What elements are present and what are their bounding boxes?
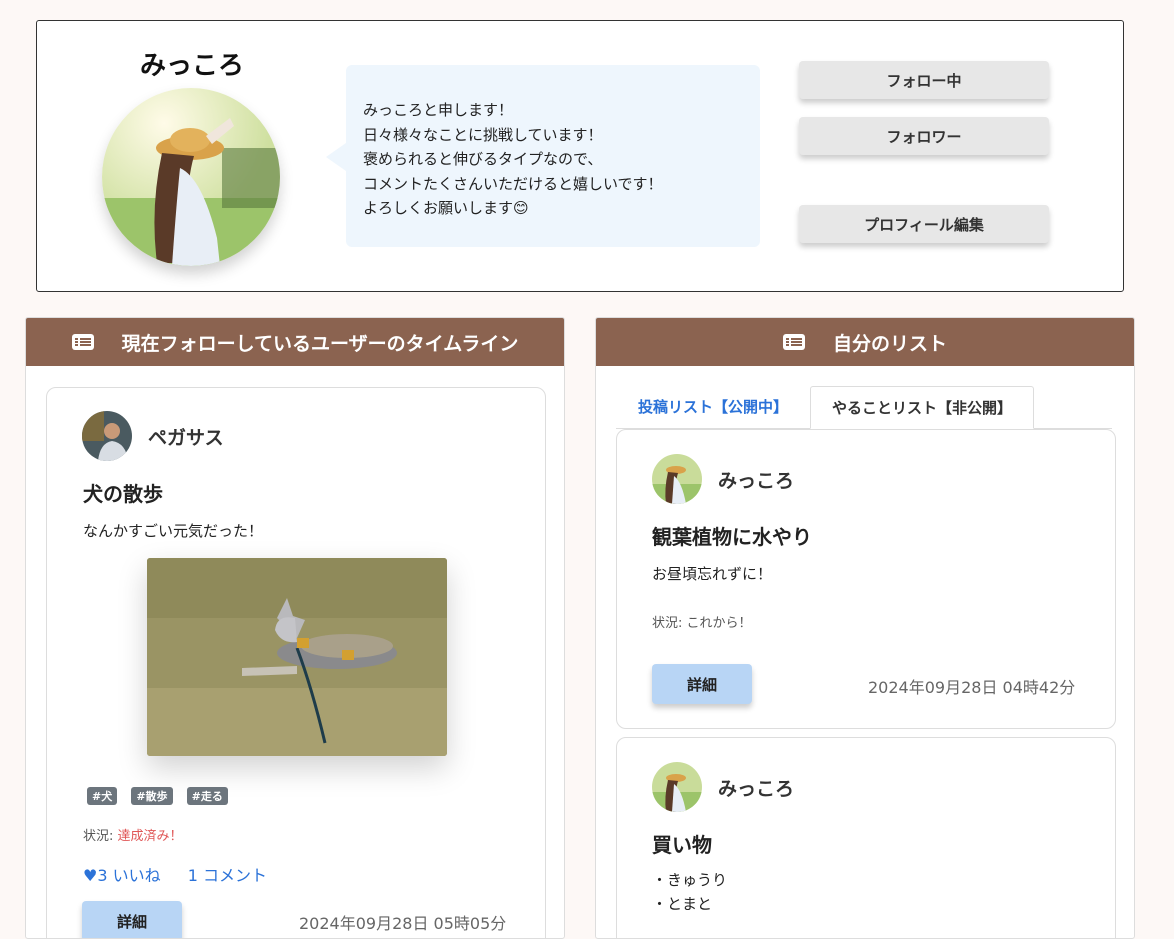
author-name: ペガサス	[148, 426, 224, 449]
post-body: お昼頃忘れずに！	[652, 565, 773, 583]
status-value: 達成済み！	[117, 829, 183, 844]
bio-line: 褒められると伸びるタイプなので、	[363, 150, 603, 168]
status-label: 状況:	[83, 829, 118, 844]
author-name: みっころ	[718, 469, 795, 492]
author-name: みっころ	[718, 777, 795, 800]
like-button[interactable]: ♥3 いいね	[83, 866, 161, 885]
author-avatar	[652, 762, 702, 812]
tab-public-posts[interactable]: 投稿リスト【公開中】	[616, 386, 810, 427]
author-avatar	[652, 454, 702, 504]
mylist-panel: 自分のリスト 投稿リスト【公開中】 やることリスト【非公開】 みっころ 観葉植物…	[595, 317, 1135, 939]
post-title: 買い物	[652, 833, 712, 857]
comment-link[interactable]: 1 コメント	[188, 866, 267, 885]
followers-button[interactable]: フォロワー	[799, 117, 1049, 155]
bio-line: コメントたくさんいただけると嬉しいです！	[363, 174, 663, 193]
bio-line: みっころと申します！	[363, 101, 514, 119]
edit-profile-button[interactable]: プロフィール編集	[799, 205, 1049, 243]
bio-line: 日々様々なことに挑戦しています！	[363, 125, 603, 144]
post-actions: ♥3 いいね 1 コメント	[83, 862, 267, 886]
post-date: 2024年09月28日 04時42分	[868, 678, 1076, 697]
detail-button[interactable]: 詳細	[652, 664, 752, 704]
timeline-header: 現在フォローしているユーザーのタイムライン	[26, 318, 564, 366]
timeline-post-card: ペガサス 犬の散歩 なんかすごい元気だった！ #犬 #散歩 #走る 状況: 達成…	[46, 387, 546, 938]
post-title: 観葉植物に水やり	[652, 525, 812, 549]
tag[interactable]: #犬	[87, 787, 118, 805]
profile-card: みっころ みっころと申します！ 日々様々なことに挑戦しています！ 褒められると伸…	[36, 20, 1124, 292]
body-line: ・とまと	[652, 895, 713, 913]
bio-line: よろしくお願いします😊	[363, 199, 529, 217]
post-author[interactable]: みっころ	[652, 454, 794, 504]
mylist-header: 自分のリスト	[596, 318, 1134, 366]
list-icon	[71, 334, 94, 350]
list-post-card: みっころ 観葉植物に水やり お昼頃忘れずに！ 状況: これから！ 詳細 2024…	[616, 429, 1116, 729]
mylist-tabs: 投稿リスト【公開中】 やることリスト【非公開】	[616, 386, 1112, 429]
mylist-title: 自分のリスト	[832, 332, 947, 355]
list-icon	[782, 334, 805, 350]
post-author[interactable]: ペガサス	[82, 411, 224, 461]
timeline-title: 現在フォローしているユーザーのタイムライン	[121, 332, 519, 355]
post-author[interactable]: みっころ	[652, 762, 794, 812]
bio-bubble: みっころと申します！ 日々様々なことに挑戦しています！ 褒められると伸びるタイプ…	[326, 65, 760, 247]
post-status: 状況: これから！	[652, 616, 752, 631]
post-title: 犬の散歩	[83, 482, 163, 506]
post-body: ・きゅうり ・とまと	[652, 868, 727, 916]
list-post-card: みっころ 買い物 ・きゅうり ・とまと	[616, 737, 1116, 938]
tag[interactable]: #走る	[186, 787, 228, 805]
tag[interactable]: #散歩	[131, 787, 173, 805]
tab-private-todo[interactable]: やることリスト【非公開】	[810, 386, 1034, 429]
post-status: 状況: 達成済み！	[83, 825, 183, 844]
tag-list: #犬 #散歩 #走る	[87, 785, 237, 805]
author-avatar	[82, 411, 132, 461]
following-button[interactable]: フォロー中	[799, 61, 1049, 99]
body-line: ・きゅうり	[652, 871, 728, 889]
post-image[interactable]	[147, 558, 447, 756]
profile-avatar	[102, 88, 280, 266]
post-body: なんかすごい元気だった！	[83, 522, 264, 540]
detail-button[interactable]: 詳細	[82, 901, 182, 938]
timeline-panel: 現在フォローしているユーザーのタイムライン ペガサス 犬の散歩 なんかすごい元気…	[25, 317, 565, 939]
profile-name: みっころ	[139, 51, 244, 81]
